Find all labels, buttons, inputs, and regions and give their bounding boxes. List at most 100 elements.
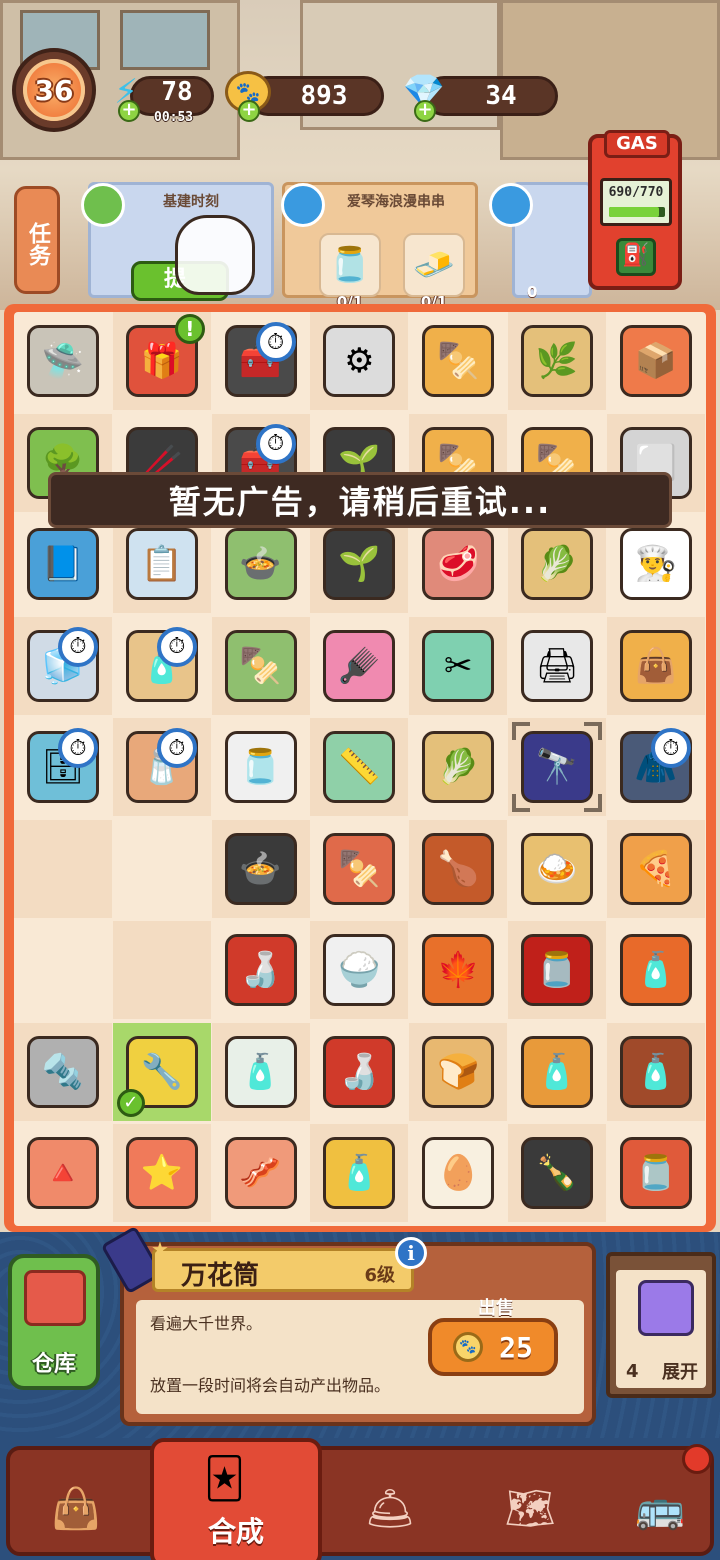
board-cell[interactable]: 🧴 (310, 1124, 409, 1222)
nav-restaurant[interactable]: 🛎 (330, 1468, 450, 1548)
hot-sauce-webbed-icon[interactable]: 🍶 (224, 934, 297, 1006)
add-energy-button[interactable]: + (118, 100, 140, 122)
board-cell[interactable]: 🗄 ⏱ (14, 718, 112, 816)
cookie-triangle-icon[interactable]: 🔺 (27, 1137, 99, 1209)
board-cell[interactable]: 🍗 (409, 819, 508, 918)
board-cell[interactable]: 🍢 (310, 820, 408, 918)
nav-merge[interactable]: 🃏 合成 (150, 1438, 322, 1560)
notebook-icon[interactable]: 📘 (27, 528, 99, 600)
board-cell[interactable]: 🧂 ⏱ (112, 718, 211, 816)
board-cell[interactable]: 🧴 (607, 921, 705, 1019)
crate-icon[interactable]: 📦 (619, 325, 692, 397)
hot-sauce-webbed-icon[interactable]: 🍶 (323, 1035, 396, 1108)
board-cell[interactable]: 📋 (112, 515, 211, 613)
board-cell[interactable]: 🔧 ✓ (112, 1022, 211, 1121)
info-icon[interactable]: i (395, 1237, 427, 1269)
board-cell[interactable]: 📦 (607, 312, 705, 410)
board-cell[interactable]: 🥬 (508, 515, 606, 613)
sauce-bottle-icon[interactable]: 🧴 (619, 934, 692, 1006)
board-cell[interactable]: 🥬 (409, 718, 507, 816)
board-cell[interactable]: 🧴 (508, 1023, 606, 1121)
board-cell[interactable]: 🍾 (508, 1124, 606, 1222)
ham-slice-icon[interactable]: 🥓 (224, 1137, 297, 1209)
nav-bus[interactable]: 🚌 (600, 1468, 720, 1548)
notepad-icon[interactable]: 📋 (125, 528, 198, 600)
board-cell[interactable]: 🍞 (409, 1022, 508, 1121)
nav-map[interactable]: 🗺 (470, 1468, 590, 1548)
board-cell[interactable]: 🫙 (607, 1124, 705, 1222)
screw-icon[interactable]: 🔩 (27, 1035, 99, 1108)
board-cell[interactable]: 🌿 (508, 312, 606, 410)
cutting-board-herbs-icon[interactable]: 🥬 (521, 528, 593, 600)
cookie-star-icon[interactable]: ⭐ (125, 1137, 198, 1209)
board-cell[interactable]: 🥩 (409, 515, 507, 613)
vinegar-icon[interactable]: 🍾 (521, 1137, 593, 1209)
board-cell[interactable]: 🍕 (606, 819, 705, 918)
task-card-third[interactable]: 0 (489, 182, 592, 301)
board-cell[interactable] (113, 820, 211, 918)
board-cell[interactable]: 🛸 (14, 312, 112, 410)
soy-sauce-icon[interactable]: 🧴 (619, 1035, 692, 1108)
rice-cooker-icon[interactable]: 🍲 (224, 528, 297, 600)
drone-icon[interactable]: 🛸 (27, 325, 99, 397)
minced-meat-icon[interactable]: 🥩 (422, 528, 495, 600)
seaweed-sprout-icon[interactable]: 🌱 (323, 528, 396, 600)
board-cell[interactable]: 🔩 (14, 1022, 112, 1121)
cabinet-icon[interactable]: 🗄 ⏱ (27, 728, 99, 803)
fridge-icon[interactable]: 🧊 ⏱ (27, 626, 99, 702)
rice-plate-icon[interactable]: 🍚 (323, 934, 396, 1006)
board-cell[interactable]: 🌱 (310, 515, 409, 613)
add-gems-button[interactable]: + (414, 100, 436, 122)
board-cell[interactable]: 🪮 (310, 617, 408, 715)
curry-dish-icon[interactable]: 🍛 (521, 832, 593, 905)
stew-pot-icon[interactable]: 🍲 (224, 832, 297, 905)
board-cell[interactable]: 🍚 (310, 921, 409, 1019)
board-cell[interactable]: 📏 (310, 718, 409, 816)
board-cell[interactable]: 🍲 (212, 515, 310, 613)
board-cell[interactable]: 👜 (606, 616, 705, 715)
hair-brush-icon[interactable]: 🪮 (323, 629, 396, 702)
board-cell[interactable] (14, 819, 112, 918)
board-cell[interactable]: 🫙 (508, 921, 606, 1019)
board-cell[interactable]: 🎁! (112, 312, 211, 410)
gear-icon[interactable]: ⚙ (323, 325, 396, 397)
board-cell[interactable]: 🍶 (310, 1023, 408, 1121)
board-cell[interactable]: 🫙 (212, 718, 310, 816)
board-cell[interactable]: 🍛 (508, 820, 606, 918)
gas-pump[interactable]: GAS 690/770 ⛽ (588, 130, 682, 290)
board-cell[interactable]: 🧰 ⏱ (212, 312, 310, 410)
task-card-construction[interactable]: 基建时刻 提 (81, 182, 274, 301)
sugar-jar-icon[interactable]: 🫙 (224, 731, 297, 803)
leaf-wreath-icon[interactable]: 🍁 (422, 934, 495, 1006)
board-cell[interactable] (14, 921, 112, 1019)
board-cell[interactable]: 🖨 (508, 617, 606, 715)
skewer-pot-icon[interactable]: 🍢 (224, 629, 297, 702)
sell-button[interactable]: 🐾 25 (428, 1318, 558, 1376)
green-onion-toast-icon[interactable]: 🍞 (422, 1035, 495, 1108)
skewer-box-icon[interactable]: 🍢 (422, 325, 495, 397)
board-cell[interactable]: 🧴 (606, 1022, 705, 1121)
nav-shop-bag[interactable]: 👜 (16, 1468, 136, 1548)
scissors-icon[interactable]: ✂ (422, 629, 495, 702)
shelf-icon[interactable]: 🧴 ⏱ (125, 626, 198, 702)
board-cell[interactable]: 🍢 (211, 616, 310, 715)
sauce-bottle-icon[interactable]: 🧴 (521, 1035, 593, 1108)
pickle-jar-icon[interactable]: 🫙 (619, 1137, 692, 1209)
board-cell[interactable]: 🧥 ⏱ (607, 718, 705, 816)
tools-bundle-icon[interactable]: 🧰 ⏱ (224, 322, 297, 397)
printer-icon[interactable]: 🖨 (521, 629, 593, 702)
board-cell[interactable]: 🍶 (212, 921, 310, 1019)
ruler-icon[interactable]: 📏 (323, 731, 396, 803)
board-cell[interactable] (112, 921, 211, 1019)
board-cell[interactable]: 👨‍🍳 (607, 515, 705, 613)
warehouse-button[interactable]: 仓库 (8, 1254, 100, 1390)
small-sauce-icon[interactable]: 🧴 (323, 1137, 396, 1209)
chef-hat-icon[interactable]: 👨‍🍳 (619, 528, 692, 600)
board-cell[interactable]: 🥚 (409, 1124, 507, 1222)
board-cell[interactable]: ⭐ (112, 1124, 211, 1222)
kaleidoscope-icon[interactable]: 🔭 (521, 731, 593, 803)
board-cell[interactable]: 🧴 ⏱ (113, 617, 211, 715)
board-cell[interactable]: 🔭 (508, 718, 606, 816)
board-cell[interactable]: 🍁 (409, 921, 507, 1019)
spice-rack-icon[interactable]: 🧂 ⏱ (125, 728, 198, 803)
